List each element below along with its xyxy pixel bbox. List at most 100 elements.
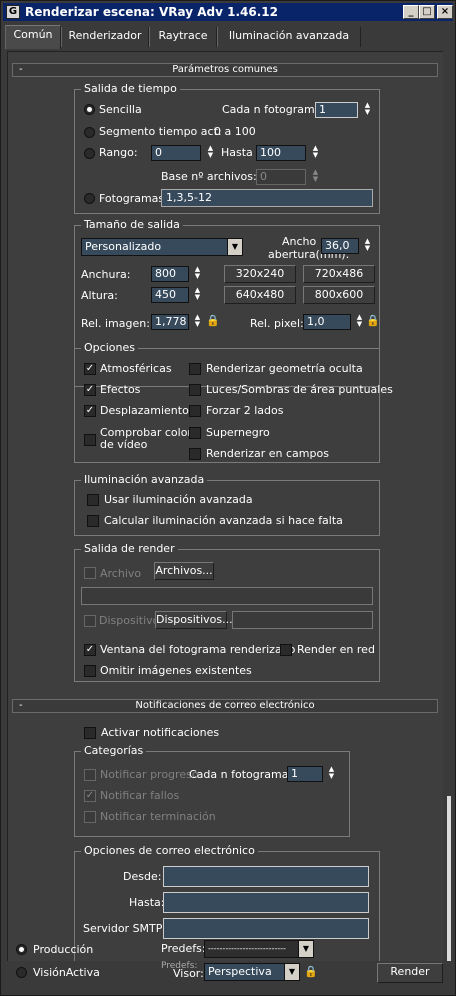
tab-bar: Común Renderizador Raytrace Iluminación … xyxy=(1,23,455,49)
spinner-arrows-icon[interactable]: ▲ ▼ xyxy=(311,169,320,185)
close-button[interactable]: × xyxy=(437,5,453,19)
email-notifications-rollout-header[interactable]: - Notificaciones de correo electrónico xyxy=(12,699,438,713)
range-from-spinner[interactable]: 0 xyxy=(151,145,201,161)
image-aspect-spinner[interactable]: 1,778 xyxy=(151,314,189,330)
frame-window-checkbox[interactable]: ✓ xyxy=(84,644,96,656)
rollout-collapse-icon: - xyxy=(19,64,23,75)
spinner-arrows-icon[interactable]: ▲ ▼ xyxy=(311,145,320,161)
aperture-label-1: Ancho xyxy=(282,235,317,248)
save-file-checkbox[interactable] xyxy=(84,567,96,579)
preset-800x600-button[interactable]: 800x600 xyxy=(303,286,375,304)
smtp-label: Servidor SMTP: xyxy=(83,922,167,935)
files-button[interactable]: Archivos... xyxy=(154,562,214,580)
notify-completion-checkbox[interactable] xyxy=(84,811,96,823)
render-fields-checkbox[interactable] xyxy=(189,448,201,460)
spinner-arrows-icon[interactable]: ▲ ▼ xyxy=(206,145,215,161)
title-bar[interactable]: G Renderizar escena: VRay Adv 1.46.12 _ … xyxy=(3,3,453,21)
chevron-down-icon: ▼ xyxy=(227,239,242,255)
displacement-checkbox[interactable]: ✓ xyxy=(84,405,96,417)
single-label: Sencilla xyxy=(99,103,142,116)
notify-progress-label: Notificar progreso xyxy=(100,768,199,781)
active-segment-radio[interactable] xyxy=(84,127,95,138)
every-nth-spinner[interactable]: 1 xyxy=(315,102,358,118)
width-spinner[interactable]: 800 xyxy=(151,266,189,282)
file-base-spinner[interactable]: 0 xyxy=(256,169,306,185)
advanced-lighting-group: Iluminación avanzada Usar iluminación av… xyxy=(74,473,380,536)
height-spinner[interactable]: 450 xyxy=(151,287,189,303)
time-output-group: Salida de tiempo Sencilla Cada n fotogra… xyxy=(74,82,380,214)
tab-renderer[interactable]: Renderizador xyxy=(61,27,149,47)
render-button[interactable]: Render xyxy=(377,963,443,983)
viewport-lock-icon[interactable]: 🔒 xyxy=(304,965,318,979)
chevron-down-icon: ▼ xyxy=(284,964,299,980)
preset-640x480-button[interactable]: 640x480 xyxy=(224,286,296,304)
preset-label: Predefs: xyxy=(161,942,206,955)
active-segment-label: Segmento tiempo act: xyxy=(99,125,222,138)
spinner-arrows-icon[interactable]: ▲ ▼ xyxy=(193,266,202,282)
effects-checkbox[interactable]: ✓ xyxy=(84,384,96,396)
from-input[interactable] xyxy=(163,866,369,887)
device-field[interactable] xyxy=(232,611,373,629)
rollout-collapse-icon: - xyxy=(19,700,23,711)
scrollbar-thumb[interactable] xyxy=(447,796,451,961)
compute-advanced-lighting-checkbox[interactable] xyxy=(87,515,99,527)
range-radio[interactable] xyxy=(84,148,95,159)
spinner-arrows-icon[interactable]: ▲ ▼ xyxy=(363,102,372,118)
net-render-checkbox[interactable] xyxy=(280,644,292,656)
single-radio[interactable] xyxy=(84,104,95,115)
active-segment-range: 0 a 100 xyxy=(214,125,256,138)
parameters-panel: - Parámetros comunes Salida de tiempo Se… xyxy=(7,51,443,962)
spinner-arrows-icon[interactable]: ▲ ▼ xyxy=(193,287,202,303)
common-parameters-rollout-header[interactable]: - Parámetros comunes xyxy=(12,63,438,77)
save-file-label: Archivo xyxy=(100,567,142,580)
atmospherics-checkbox[interactable]: ✓ xyxy=(84,363,96,375)
lock-icon[interactable]: 🔒 xyxy=(366,314,380,328)
notify-progress-checkbox[interactable] xyxy=(84,769,96,781)
hidden-geometry-label: Renderizar geometría oculta xyxy=(206,362,363,375)
skip-existing-checkbox[interactable] xyxy=(84,665,96,677)
hidden-geometry-checkbox[interactable] xyxy=(189,363,201,375)
group-legend: Opciones xyxy=(81,341,138,354)
area-lights-checkbox[interactable] xyxy=(189,384,201,396)
lock-icon[interactable]: 🔒 xyxy=(206,314,220,328)
force-2sided-checkbox[interactable] xyxy=(189,405,201,417)
pixel-aspect-spinner[interactable]: 1,0 xyxy=(303,314,351,330)
video-color-check-checkbox[interactable] xyxy=(84,434,96,446)
smtp-input[interactable] xyxy=(163,918,369,939)
production-radio[interactable] xyxy=(16,944,27,955)
use-device-checkbox[interactable] xyxy=(84,615,96,627)
spinner-arrows-icon[interactable]: ▲ ▼ xyxy=(327,766,336,782)
viewport-dropdown[interactable]: Perspectiva ▼ xyxy=(204,963,300,981)
spinner-arrows-icon[interactable]: ▲ ▼ xyxy=(193,314,202,330)
tab-raytrace[interactable]: Raytrace xyxy=(149,27,217,47)
notify-failures-checkbox[interactable]: ✓ xyxy=(84,790,96,802)
frames-input[interactable]: 1,3,5-12 xyxy=(161,189,373,207)
output-preset-value: Personalizado xyxy=(85,240,162,253)
output-path-field[interactable] xyxy=(81,587,373,605)
frames-radio[interactable] xyxy=(84,193,95,204)
every-nth-spinner[interactable]: 1 xyxy=(287,766,323,782)
tab-common[interactable]: Común xyxy=(5,25,61,49)
displacement-label: Desplazamiento xyxy=(100,404,189,417)
tab-advanced-lighting[interactable]: Iluminación avanzada xyxy=(217,27,361,47)
minimize-button[interactable]: _ xyxy=(403,5,419,19)
super-black-checkbox[interactable] xyxy=(189,427,201,439)
use-advanced-lighting-checkbox[interactable] xyxy=(87,494,99,506)
maximize-button[interactable]: □ xyxy=(419,5,435,19)
enable-notifications-checkbox[interactable] xyxy=(84,727,96,739)
activeshade-radio[interactable] xyxy=(16,967,27,978)
output-preset-dropdown[interactable]: Personalizado ▼ xyxy=(81,238,243,256)
spinner-arrows-icon[interactable]: ▲ ▼ xyxy=(363,238,372,254)
preset-dropdown[interactable]: --------------------------- ▼ xyxy=(204,940,314,958)
viewport-value: Perspectiva xyxy=(208,965,272,978)
aperture-spinner[interactable]: 36,0 xyxy=(321,238,359,254)
range-to-spinner[interactable]: 100 xyxy=(256,145,306,161)
devices-button[interactable]: Dispositivos... xyxy=(155,611,233,629)
to-input[interactable] xyxy=(163,892,369,913)
use-advanced-lighting-label: Usar iluminación avanzada xyxy=(104,493,253,506)
video-color-label-2: de vídeo xyxy=(100,438,148,451)
preset-320x240-button[interactable]: 320x240 xyxy=(224,265,296,283)
preset-720x486-button[interactable]: 720x486 xyxy=(303,265,375,283)
from-label: Desde: xyxy=(123,870,162,883)
spinner-arrows-icon[interactable]: ▲ ▼ xyxy=(355,314,364,330)
